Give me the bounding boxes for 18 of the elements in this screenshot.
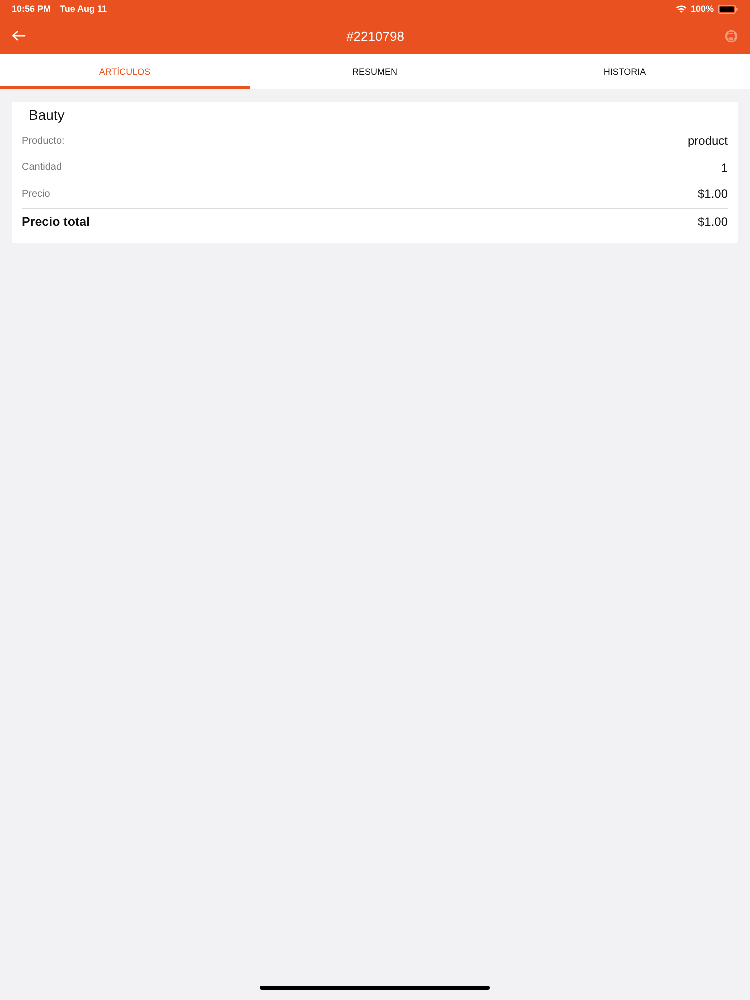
battery-icon (718, 4, 738, 14)
row-value: $1.00 (698, 214, 728, 228)
row-value: product (688, 134, 728, 148)
back-arrow-icon (12, 31, 26, 41)
status-time: 10:56 PM (12, 4, 52, 14)
printer-icon (725, 30, 738, 42)
row-value: 1 (721, 160, 728, 175)
row-label: Cantidad (22, 162, 62, 174)
row-label: Producto: (22, 136, 65, 147)
item-name: Bauty (28, 106, 66, 125)
status-date: Tue Aug 11 (60, 4, 108, 14)
row-label: Precio (22, 188, 50, 200)
row-value: $1.00 (698, 187, 728, 202)
order-number-title: #2210798 (346, 28, 404, 44)
battery-percent: 100% (690, 4, 714, 14)
wifi-icon (676, 5, 687, 13)
back-button[interactable] (12, 31, 26, 41)
row-label: Precio total (22, 214, 90, 228)
